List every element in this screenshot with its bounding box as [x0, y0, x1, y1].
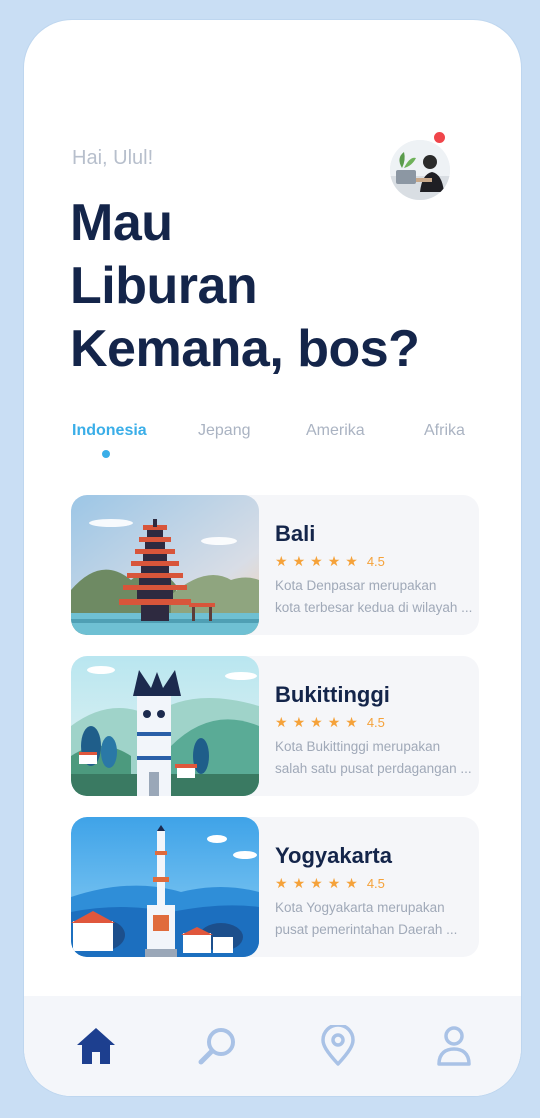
- description-line: Kota Denpasar merupakan: [275, 578, 437, 593]
- tab-indonesia[interactable]: Indonesia: [72, 422, 147, 440]
- star-icon: ★: [292, 553, 306, 569]
- tab-jepang[interactable]: Jepang: [198, 422, 251, 440]
- nav-profile-button[interactable]: [432, 1024, 476, 1068]
- star-icon: ★: [345, 553, 358, 569]
- headline-line: Liburan: [70, 257, 258, 315]
- description-line: kota terbesar kedua di wilayah ...: [275, 600, 473, 615]
- star-icon: ★: [327, 875, 341, 891]
- star-icon: ★: [310, 714, 323, 730]
- destination-title: Bali: [275, 521, 316, 546]
- destination-card-bali[interactable]: Bali ★ ★ ★ ★ ★ 4.5 Kota Denpasar merupak…: [71, 495, 479, 635]
- tab-afrika[interactable]: Afrika: [424, 422, 465, 440]
- description-line: Kota Bukittinggi merupakan: [275, 739, 441, 754]
- description-line: Kota Yogyakarta merupakan: [275, 900, 445, 915]
- nav-search-button[interactable]: [196, 1024, 240, 1068]
- description-line: salah satu pusat perdagangan ...: [275, 761, 472, 776]
- country-tabs: Indonesia Jepang Amerika Afrika: [72, 420, 482, 460]
- destination-description: Kota Denpasar merupakan kota terbesar ke…: [275, 575, 475, 619]
- avatar-image: [390, 140, 450, 200]
- star-icon: ★: [292, 714, 306, 730]
- page-headline: Mau Liburan Kemana, bos?: [70, 192, 420, 381]
- location-pin-icon: [321, 1025, 355, 1066]
- headline-line: Kemana, bos?: [70, 320, 420, 378]
- rating-value: 4.5: [366, 875, 385, 891]
- user-icon: [437, 1026, 471, 1066]
- headline-line: Mau: [70, 194, 173, 252]
- greeting-text: Hai, Ulul!: [72, 147, 154, 169]
- tab-amerika[interactable]: Amerika: [306, 422, 365, 440]
- bottom-navigation: [24, 996, 521, 1096]
- destination-image: [71, 656, 259, 796]
- star-icon: ★: [275, 714, 288, 730]
- destination-description: Kota Yogyakarta merupakan pusat pemerint…: [275, 897, 475, 941]
- star-icon: ★: [327, 714, 341, 730]
- search-icon: [198, 1028, 235, 1065]
- destination-image: [71, 495, 259, 635]
- profile-avatar[interactable]: [390, 140, 450, 200]
- star-icon: ★: [345, 714, 358, 730]
- description-line: pusat pemerintahan Daerah ...: [275, 922, 458, 937]
- star-rating: ★ ★ ★ ★ ★ 4.5: [275, 714, 385, 730]
- star-rating: ★ ★ ★ ★ ★ 4.5: [275, 553, 385, 569]
- destination-image: [71, 817, 259, 957]
- active-tab-indicator: [102, 450, 110, 458]
- nav-location-button[interactable]: [316, 1024, 360, 1068]
- destination-card-bukittinggi[interactable]: Bukittinggi ★ ★ ★ ★ ★ 4.5 Kota Bukitting…: [71, 656, 479, 796]
- destination-card-yogyakarta[interactable]: Yogyakarta ★ ★ ★ ★ ★ 4.5 Kota Yogyakarta…: [71, 817, 479, 957]
- star-rating: ★ ★ ★ ★ ★ 4.5: [275, 875, 385, 891]
- home-icon: [77, 1028, 115, 1064]
- destination-description: Kota Bukittinggi merupakan salah satu pu…: [275, 736, 475, 780]
- destination-title: Yogyakarta: [275, 843, 392, 868]
- rating-value: 4.5: [366, 714, 385, 730]
- notification-dot: [432, 130, 447, 145]
- destination-title: Bukittinggi: [275, 682, 390, 707]
- star-icon: ★: [327, 553, 341, 569]
- phone-screen: Hai, Ulul! Mau Liburan Kemana, bos? Indo…: [24, 20, 521, 1096]
- star-icon: ★: [310, 553, 323, 569]
- star-icon: ★: [310, 875, 323, 891]
- rating-value: 4.5: [366, 553, 385, 569]
- star-icon: ★: [345, 875, 358, 891]
- star-icon: ★: [275, 875, 288, 891]
- nav-home-button[interactable]: [74, 1024, 118, 1068]
- star-icon: ★: [275, 553, 288, 569]
- star-icon: ★: [292, 875, 306, 891]
